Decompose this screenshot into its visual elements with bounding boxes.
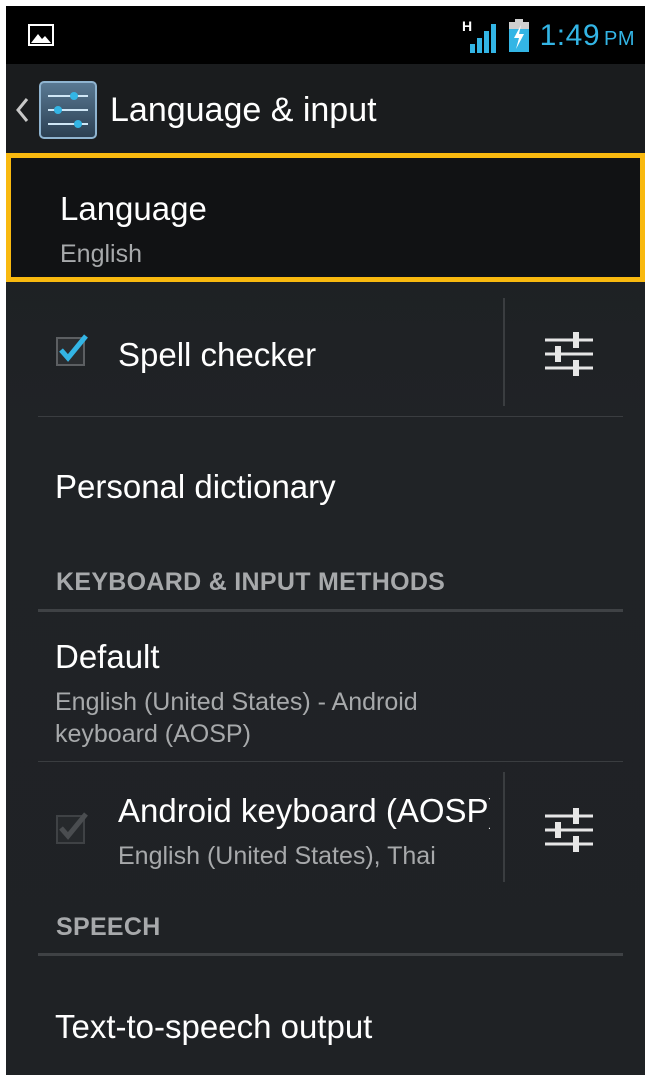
spell-checker-title: Spell checker <box>118 336 317 373</box>
personal-dictionary-item[interactable]: Personal dictionary <box>6 418 645 548</box>
android-keyboard-summary: English (United States), Thai <box>118 842 436 870</box>
status-bar: H 1:49 PM <box>6 6 645 64</box>
text-to-speech-title: Text-to-speech output <box>55 1008 373 1045</box>
language-summary: English <box>60 240 142 268</box>
android-keyboard-settings-icon[interactable] <box>543 804 595 856</box>
text-to-speech-item[interactable]: Text-to-speech output <box>6 956 645 1075</box>
page-title: Language & input <box>110 90 377 129</box>
list-divider <box>38 761 623 762</box>
spell-checker-item[interactable]: Spell checker <box>6 298 645 406</box>
language-title: Language <box>60 190 207 227</box>
action-bar[interactable]: Language & input <box>6 64 645 156</box>
default-title: Default <box>55 638 160 675</box>
language-item[interactable]: Language English <box>6 153 645 282</box>
android-keyboard-vertical-divider <box>503 772 505 882</box>
default-summary: English (United States) - Android keyboa… <box>55 688 418 748</box>
battery-charging-icon <box>508 19 529 52</box>
picture-icon <box>28 24 54 46</box>
android-keyboard-title-clip: Android keyboard (AOSP) <box>118 792 490 836</box>
signal-icon: H <box>462 18 496 53</box>
network-type-label: H <box>462 18 472 34</box>
section-header-speech: SPEECH <box>56 913 161 941</box>
clock-time: 1:49 <box>539 19 600 52</box>
spell-checker-checkbox[interactable] <box>56 334 88 366</box>
status-icons: H 1:49 PM <box>462 14 635 58</box>
spell-checker-settings-icon[interactable] <box>543 328 595 380</box>
personal-dictionary-title: Personal dictionary <box>55 468 336 505</box>
android-keyboard-checkbox <box>56 812 88 844</box>
android-keyboard-item[interactable]: Android keyboard (AOSP) English (United … <box>6 772 645 882</box>
android-keyboard-title: Android keyboard (AOSP) <box>118 792 490 829</box>
phone-screen: H 1:49 PM Language & input Language Engl… <box>6 6 645 1075</box>
clock-ampm: PM <box>604 28 635 50</box>
status-clock: 1:49 PM <box>540 19 635 53</box>
spell-checker-vertical-divider <box>503 298 505 406</box>
settings-sliders-icon[interactable] <box>38 80 98 140</box>
back-chevron-icon[interactable] <box>12 95 34 125</box>
default-keyboard-item[interactable]: Default English (United States) - Androi… <box>6 612 645 760</box>
list-divider <box>38 416 623 417</box>
section-header-keyboard: KEYBOARD & INPUT METHODS <box>56 568 446 596</box>
